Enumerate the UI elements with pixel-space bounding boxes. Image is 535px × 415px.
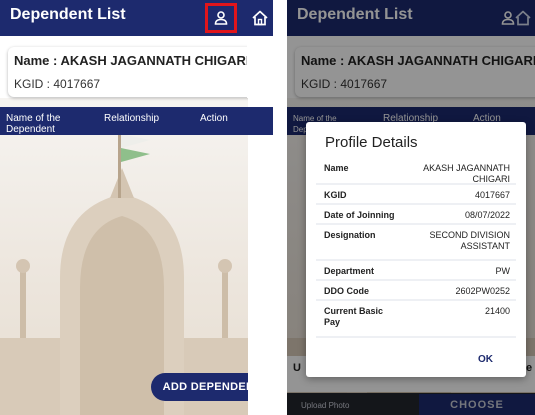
row-label-current-basic-pay: Current Basic Pay (324, 306, 384, 327)
building-background (0, 98, 248, 415)
profile-details-table: Name AKASH JAGANNATH CHIGARI KGID 401766… (316, 158, 516, 338)
row-label-department: Department (324, 266, 375, 276)
dialog-title: Profile Details (325, 134, 418, 151)
table-row: Name AKASH JAGANNATH CHIGARI (316, 158, 516, 184)
row-value-kgid: 4017667 (474, 190, 510, 200)
row-value-current-basic-pay: 21400 (484, 306, 510, 316)
employee-info-card: Name : AKASH JAGANNATH CHIGARI KGID : 40… (8, 47, 248, 97)
ok-button[interactable]: OK (478, 354, 493, 365)
column-header-action: Action (200, 113, 228, 124)
home-button[interactable] (513, 8, 533, 28)
app-bar-extension (247, 0, 273, 36)
person-icon (214, 11, 228, 25)
profile-details-dialog: Profile Details Name AKASH JAGANNATH CHI… (306, 122, 526, 377)
row-label-ddo-code: DDO Code (324, 286, 369, 296)
dependent-list-screen: Dependent List Name : AKASH JAGANNATH CH… (0, 0, 248, 415)
table-row: Department PW (316, 261, 516, 279)
employee-name: Name : AKASH JAGANNATH CHIGARI (14, 53, 248, 68)
row-value-name: AKASH JAGANNATH CHIGARI (423, 163, 510, 184)
row-value-ddo-code: 2602PW0252 (455, 286, 510, 296)
row-value-designation: SECOND DIVISION ASSISTANT (429, 230, 510, 251)
home-button[interactable] (250, 8, 270, 28)
app-bar: Dependent List (0, 0, 248, 36)
page-title: Dependent List (10, 6, 126, 23)
card-extension (247, 36, 273, 98)
column-header-name: Name of the Dependent (6, 113, 61, 135)
row-label-date-of-joining: Date of Joinning (324, 210, 395, 220)
row-label-designation: Designation (324, 230, 376, 240)
row-value-department: PW (495, 266, 511, 276)
home-icon (515, 10, 531, 26)
row-label-kgid: KGID (324, 190, 347, 200)
row-label-name: Name (324, 163, 349, 173)
table-row: DDO Code 2602PW0252 (316, 281, 516, 299)
employee-kgid: KGID : 4017667 (14, 77, 101, 91)
table-header: Name of the Dependent Relationship Actio… (0, 107, 248, 135)
header-extension (247, 107, 273, 135)
home-icon (252, 10, 268, 26)
profile-button[interactable] (205, 3, 237, 33)
table-row: Designation SECOND DIVISION ASSISTANT (316, 225, 516, 259)
building-illustration (0, 118, 248, 415)
table-row: Current Basic Pay 21400 (316, 301, 516, 336)
add-dependent-button[interactable]: ADD DEPENDENT (151, 373, 248, 401)
column-header-relationship: Relationship (104, 113, 160, 124)
row-value-date-of-joining: 08/07/2022 (464, 210, 510, 220)
table-row: Date of Joinning 08/07/2022 (316, 205, 516, 223)
profile-details-screen: Dependent List Name : AKASH JAGANNATH CH… (287, 0, 535, 415)
table-row: KGID 4017667 (316, 185, 516, 203)
